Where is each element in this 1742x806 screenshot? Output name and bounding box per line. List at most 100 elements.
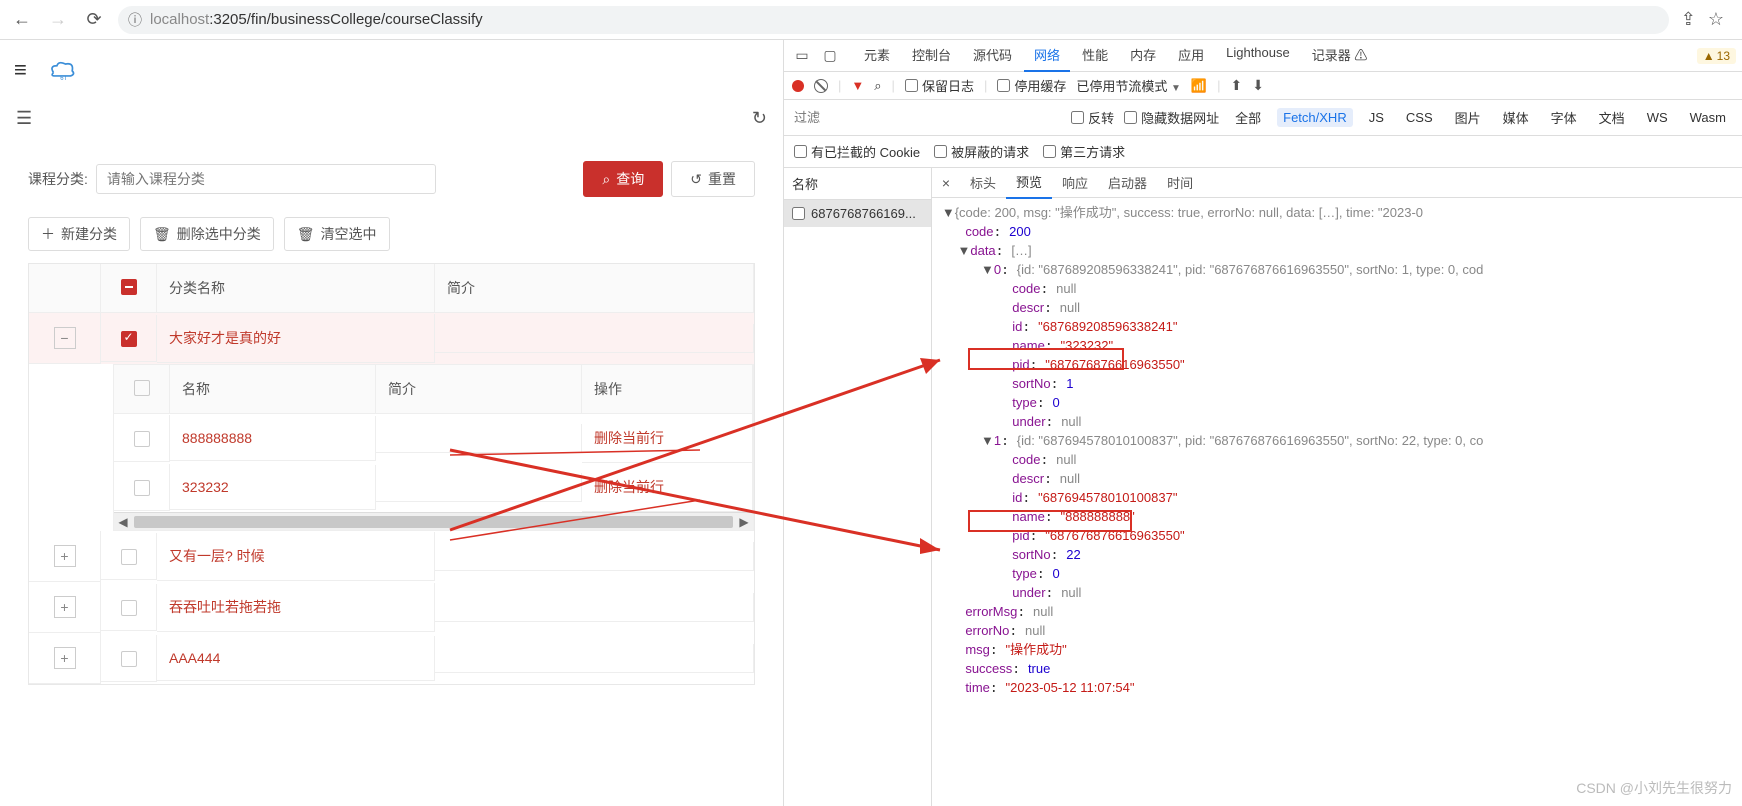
tab-performance[interactable]: 性能 <box>1072 39 1118 72</box>
inner-name[interactable]: 323232 <box>170 465 376 510</box>
url-host: localhost <box>150 11 209 28</box>
row-name[interactable]: 又有一层? 时候 <box>157 532 435 581</box>
tab-recorder[interactable]: 记录器 ⚠ <box>1302 39 1378 72</box>
expand-icon[interactable]: + <box>54 647 76 669</box>
filter-wasm[interactable]: Wasm <box>1684 108 1732 127</box>
horizontal-scrollbar[interactable]: ◀▶ <box>114 512 753 530</box>
expand-icon[interactable]: + <box>54 545 76 567</box>
plus-icon: ＋ <box>41 224 55 244</box>
forward-button[interactable]: → <box>46 8 70 32</box>
req-checkbox[interactable] <box>792 207 805 220</box>
row-name[interactable]: 吞吞吐吐若拖若拖 <box>157 583 435 632</box>
filter-doc[interactable]: 文档 <box>1593 106 1631 129</box>
filter-all[interactable]: 全部 <box>1229 106 1267 129</box>
delete-row-link[interactable]: 删除当前行 <box>582 414 753 463</box>
sub-table: 名称 简介 操作 888888888 删除当前行 323232 <box>113 364 754 531</box>
row-checkbox[interactable] <box>134 480 150 496</box>
warning-badge[interactable]: ▲ 13 <box>1697 48 1736 64</box>
row-checkbox[interactable] <box>121 331 137 347</box>
devtools-pane: ▭ ▢ 元素 控制台 源代码 网络 性能 内存 应用 Lighthouse 记录… <box>784 40 1742 806</box>
reload-button[interactable]: ⟳ <box>82 8 106 32</box>
upload-icon[interactable]: ⬆ <box>1230 77 1242 94</box>
tab-application[interactable]: 应用 <box>1168 39 1214 72</box>
row-checkbox[interactable] <box>121 651 137 667</box>
column-name: 分类名称 <box>157 264 435 313</box>
network-icon[interactable]: 📶 <box>1191 78 1207 94</box>
filter-input[interactable] <box>96 164 436 194</box>
device-icon[interactable]: ▢ <box>818 44 842 68</box>
row-checkbox[interactable] <box>134 431 150 447</box>
row-name[interactable]: AAA444 <box>157 636 435 681</box>
table-row[interactable]: + 吞吞吐吐若拖若拖 <box>29 582 754 633</box>
query-button[interactable]: ⌕查询 <box>583 161 663 197</box>
tab-sources[interactable]: 源代码 <box>963 39 1022 72</box>
back-button[interactable]: ← <box>10 8 34 32</box>
filter-font[interactable]: 字体 <box>1545 106 1583 129</box>
tab-console[interactable]: 控制台 <box>902 39 961 72</box>
blocked-cookie-checkbox[interactable]: 有已拦截的 Cookie <box>794 142 920 161</box>
site-info-icon[interactable]: ⓘ <box>126 10 144 30</box>
download-icon[interactable]: ⬇ <box>1252 77 1264 94</box>
select-all-checkbox[interactable] <box>121 279 137 295</box>
clear-icon[interactable] <box>814 79 828 93</box>
hide-dataurl-checkbox[interactable]: 隐藏数据网址 <box>1124 108 1219 127</box>
filter-css[interactable]: CSS <box>1400 108 1439 127</box>
blocked-req-checkbox[interactable]: 被屏蔽的请求 <box>934 142 1029 161</box>
row-checkbox[interactable] <box>121 600 137 616</box>
invert-checkbox[interactable]: 反转 <box>1071 108 1114 127</box>
inner-name[interactable]: 888888888 <box>170 416 376 461</box>
record-icon[interactable] <box>792 80 804 92</box>
tab-lighthouse[interactable]: Lighthouse <box>1216 39 1300 72</box>
disable-cache-checkbox[interactable]: 停用缓存 <box>997 76 1066 95</box>
pv-tab-initiator[interactable]: 启动器 <box>1098 168 1157 198</box>
collapse-icon[interactable]: − <box>54 327 76 349</box>
expand-icon[interactable]: + <box>54 596 76 618</box>
filter-ws[interactable]: WS <box>1641 108 1674 127</box>
preserve-log-checkbox[interactable]: 保留日志 <box>905 76 974 95</box>
filter-media[interactable]: 媒体 <box>1497 106 1535 129</box>
tab-elements[interactable]: 元素 <box>854 39 900 72</box>
app-logo: 6T <box>45 55 79 85</box>
pv-tab-timing[interactable]: 时间 <box>1157 168 1203 198</box>
json-preview[interactable]: ▼{code: 200, msg: "操作成功", success: true,… <box>932 198 1742 704</box>
inspect-icon[interactable]: ▭ <box>790 44 814 68</box>
filter-icon[interactable]: ▼ <box>851 78 864 93</box>
search-icon: ⌕ <box>602 171 610 188</box>
clear-selected-button[interactable]: 🗑清空选中 <box>284 217 390 251</box>
third-party-checkbox[interactable]: 第三方请求 <box>1043 142 1125 161</box>
filter-js[interactable]: JS <box>1363 108 1390 127</box>
throttle-select[interactable]: 已停用节流模式 ▼ <box>1076 76 1181 95</box>
delete-row-link[interactable]: 删除当前行 <box>582 463 753 512</box>
collapse-menu-icon[interactable]: ☰ <box>16 108 32 129</box>
refresh-icon[interactable]: ↻ <box>752 108 767 129</box>
share-icon[interactable]: ⇪ <box>1681 9 1696 30</box>
pv-tab-response[interactable]: 响应 <box>1052 168 1098 198</box>
new-button[interactable]: ＋新建分类 <box>28 217 130 251</box>
tab-memory[interactable]: 内存 <box>1120 39 1166 72</box>
filter-fetch[interactable]: Fetch/XHR <box>1277 108 1353 127</box>
bookmark-icon[interactable]: ☆ <box>1708 9 1724 30</box>
search-icon[interactable]: ⌕ <box>874 78 881 94</box>
delete-selected-button[interactable]: 🗑删除选中分类 <box>140 217 274 251</box>
pv-tab-headers[interactable]: 标头 <box>960 168 1006 198</box>
inner-select-all[interactable] <box>134 380 150 396</box>
inner-row[interactable]: 888888888 删除当前行 <box>114 414 753 463</box>
table-row[interactable]: − 大家好才是真的好 <box>29 313 754 364</box>
filter-img[interactable]: 图片 <box>1449 106 1487 129</box>
network-filter-input[interactable] <box>794 110 970 125</box>
svg-text:6T: 6T <box>60 76 67 82</box>
pv-tab-preview[interactable]: 预览 <box>1006 168 1052 199</box>
row-name[interactable]: 大家好才是真的好 <box>157 314 435 363</box>
table-row[interactable]: + AAA444 <box>29 633 754 684</box>
url-path: :3205/fin/businessCollege/courseClassify <box>209 11 482 28</box>
close-icon[interactable]: × <box>932 175 960 191</box>
tab-network[interactable]: 网络 <box>1024 39 1070 72</box>
inner-row[interactable]: 323232 删除当前行 <box>114 463 753 512</box>
row-checkbox[interactable] <box>121 549 137 565</box>
trash-icon: 🗑 <box>297 226 315 243</box>
address-bar[interactable]: ⓘ localhost:3205/fin/businessCollege/cou… <box>118 6 1669 34</box>
table-row[interactable]: + 又有一层? 时候 <box>29 531 754 582</box>
reset-button[interactable]: ↺重置 <box>671 161 755 197</box>
menu-icon[interactable]: ≡ <box>14 57 27 83</box>
request-item[interactable]: 6876768766169... <box>784 200 931 227</box>
